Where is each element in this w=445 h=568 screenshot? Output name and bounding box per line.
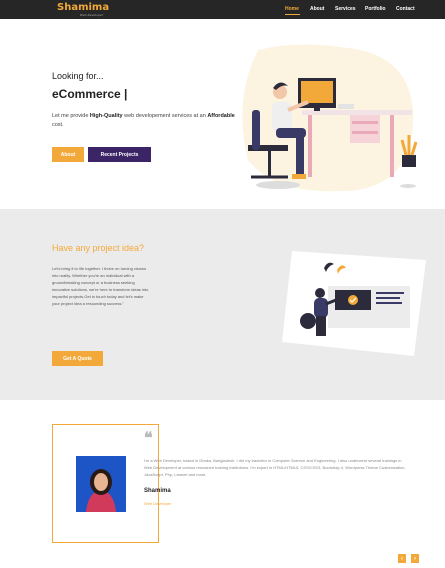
profile-photo <box>76 456 126 512</box>
profile-role: Web Developer <box>144 501 172 506</box>
nav-services[interactable]: Services <box>335 6 356 12</box>
recent-projects-button[interactable]: Recent Projects <box>88 147 151 162</box>
top-navbar: Shamima Web Developer Home About Service… <box>0 0 445 19</box>
hero-typed-text: eCommerce | <box>52 87 128 101</box>
hero-intro: Let me provide High-Quality web develope… <box>52 113 235 128</box>
bio-text: I'm a Web Developer, based in Dhaka, Ban… <box>144 458 406 477</box>
project-idea-text: Let's bring it to life together. I thriv… <box>52 266 149 306</box>
about-button[interactable]: About <box>52 147 84 162</box>
nav-home[interactable]: Home <box>285 6 299 12</box>
site-logo[interactable]: Shamima <box>57 2 109 13</box>
nav-about[interactable]: About <box>310 6 324 12</box>
nav-portfolio[interactable]: Portfolio <box>365 6 386 12</box>
next-arrow-icon[interactable]: › <box>411 554 419 563</box>
get-a-quote-button[interactable]: Get A Quote <box>52 351 103 366</box>
nav-active-underline <box>285 14 300 15</box>
quote-icon: ❝ <box>144 428 153 447</box>
prev-arrow-icon[interactable]: ‹ <box>398 554 406 563</box>
project-idea-heading: Have any project idea? <box>52 243 145 253</box>
developer-desk-illustration <box>242 44 418 192</box>
profile-name: Shamima <box>144 488 171 494</box>
nav-contact[interactable]: Contact <box>396 6 415 12</box>
project-idea-illustration <box>282 251 426 356</box>
hero-looking-for: Looking for... <box>52 71 104 81</box>
logo-subtitle: Web Developer <box>80 13 104 17</box>
